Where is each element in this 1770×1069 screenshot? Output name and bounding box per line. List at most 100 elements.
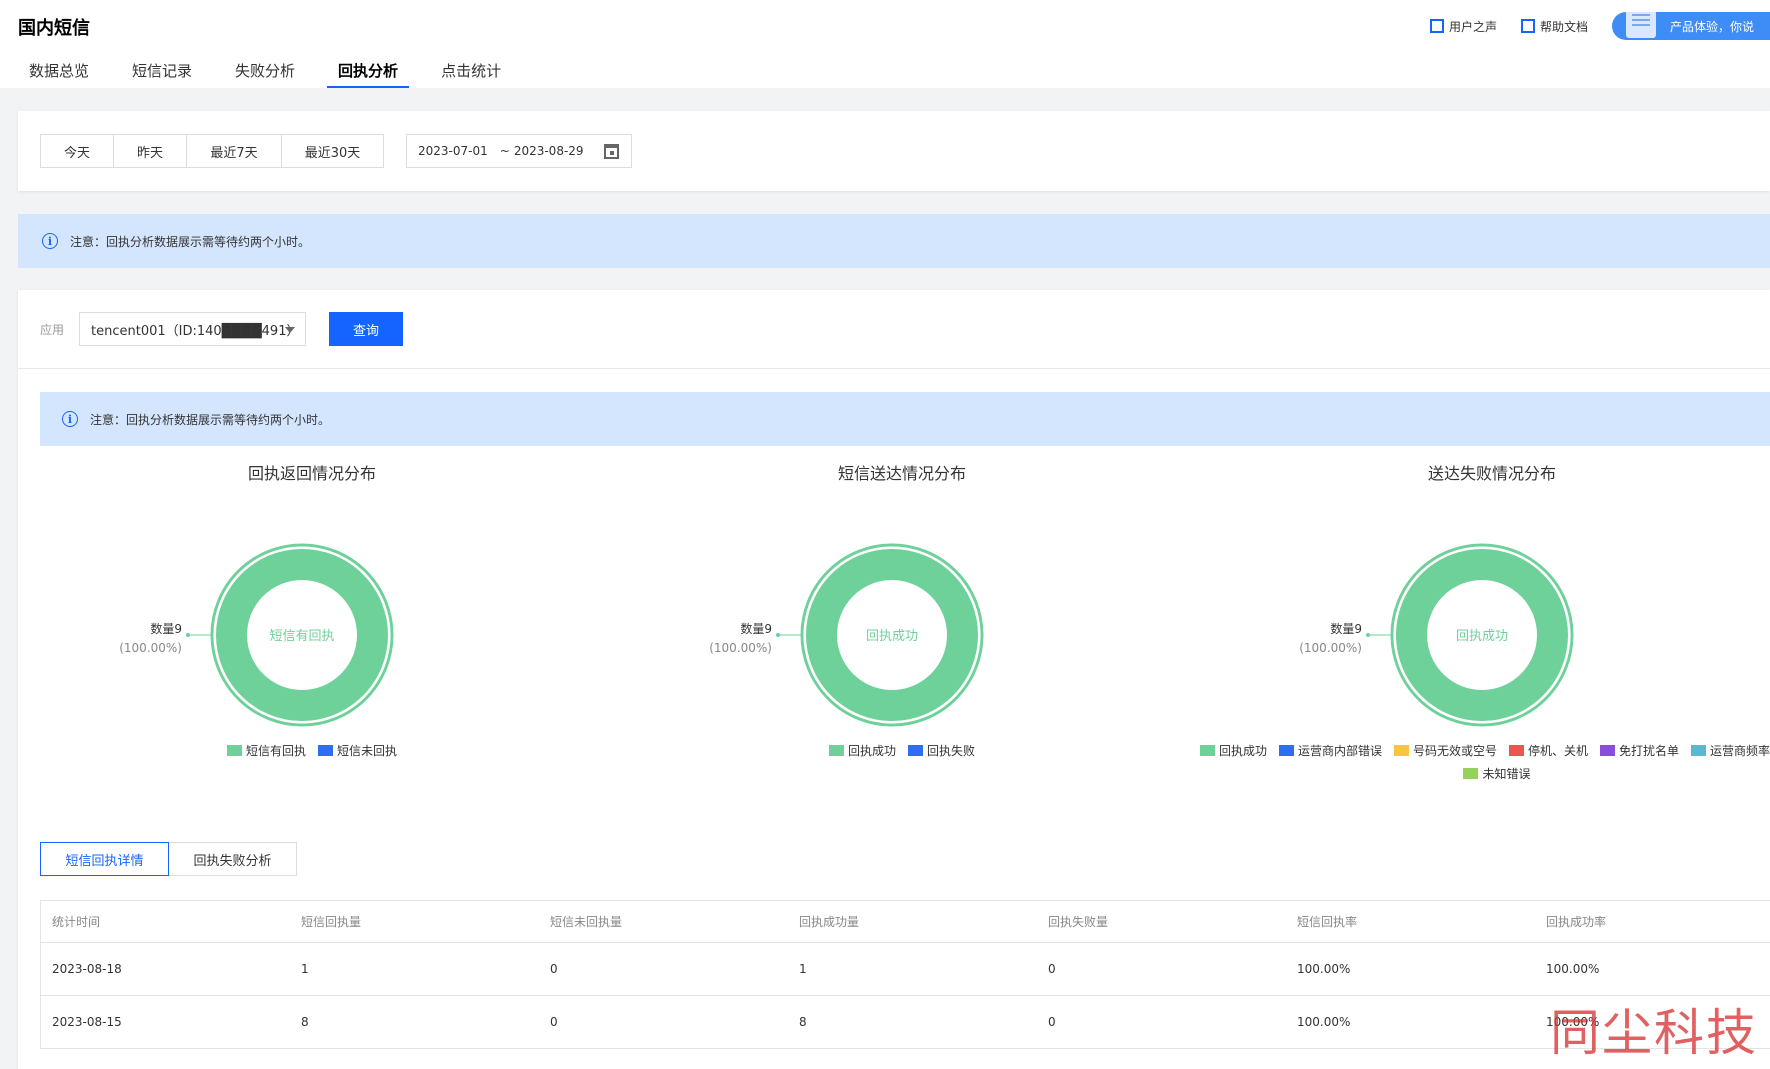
donut-chart-1: 回执返回情况分布 短信有回执 数量9 (100.00%) 短信有回执 短信未回执 xyxy=(32,450,592,830)
legend-swatch xyxy=(1463,768,1479,779)
legend-item[interactable]: 停机、关机 xyxy=(1509,742,1588,759)
count-label: 数量9 xyxy=(740,621,772,636)
label-dot xyxy=(186,633,190,637)
edit-icon xyxy=(1429,19,1444,33)
legend-item[interactable]: 运营商频率限制 xyxy=(1691,742,1770,759)
donut-center-label: 短信有回执 xyxy=(269,629,334,644)
feedback-icon xyxy=(1626,12,1656,38)
legend-item[interactable]: 回执成功 xyxy=(1199,742,1267,759)
tab-click-stats[interactable]: 点击统计 xyxy=(430,54,512,88)
notice-banner-inner: i 注意：回执分析数据展示需等待约两个小时。 xyxy=(40,392,1770,446)
tab-failure-analysis[interactable]: 失败分析 xyxy=(224,54,306,88)
donut-svg: 回执成功 数量9 (100.00%) xyxy=(1299,543,1574,727)
cell-receipt-rate: 100.00% xyxy=(1285,942,1534,996)
legend-swatch xyxy=(828,745,844,756)
last-7-days-button[interactable]: 最近7天 xyxy=(186,134,282,168)
range-separator: ~ xyxy=(499,144,510,158)
feedback-label: 产品体验，你说 xyxy=(1670,19,1755,34)
legend-swatch xyxy=(1278,745,1294,756)
help-docs-link[interactable]: 帮助文档 xyxy=(1520,18,1588,35)
chart-title: 送达失败情况分布 xyxy=(1427,464,1556,483)
user-voice-link[interactable]: 用户之声 xyxy=(1429,18,1497,35)
legend-item[interactable]: 未知错误 xyxy=(1463,765,1531,782)
main-tabs: 数据总览 短信记录 失败分析 回执分析 点击统计 xyxy=(18,54,533,88)
cell-no-receipt-count: 0 xyxy=(538,942,787,996)
tab-receipt-details[interactable]: 短信回执详情 xyxy=(40,842,169,876)
legend-label: 未知错误 xyxy=(1482,767,1531,781)
table-row: 2023-08-18 1 0 1 0 100.00% 100.00% xyxy=(40,942,1770,996)
legend-label: 短信未回执 xyxy=(337,744,398,758)
tab-receipt-analysis[interactable]: 回执分析 xyxy=(327,54,410,88)
legend-item[interactable]: 回执成功 xyxy=(828,742,896,759)
legend-label: 停机、关机 xyxy=(1528,744,1589,758)
legend-label: 号码无效或空号 xyxy=(1412,744,1497,758)
notice-banner: i 注意：回执分析数据展示需等待约两个小时。 xyxy=(18,214,1770,268)
date-range-picker[interactable]: 2023-07-01 ~ 2023-08-29 xyxy=(406,134,632,168)
tab-overview[interactable]: 数据总览 xyxy=(18,54,100,88)
tab-receipt-failure-analysis[interactable]: 回执失败分析 xyxy=(168,842,297,876)
tab-sms-records[interactable]: 短信记录 xyxy=(121,54,203,88)
legend-item[interactable]: 短信未回执 xyxy=(318,742,397,759)
percent-label: (100.00%) xyxy=(1299,641,1362,655)
cell-success-count: 8 xyxy=(787,995,1036,1049)
legend-item[interactable]: 号码无效或空号 xyxy=(1393,742,1497,759)
today-button[interactable]: 今天 xyxy=(40,134,114,168)
col-success-count: 回执成功量 xyxy=(787,900,1036,943)
legend-label: 回执失败 xyxy=(927,744,976,758)
document-icon xyxy=(1520,19,1535,33)
donut-center-label: 回执成功 xyxy=(866,629,918,644)
legend-label: 免打扰名单 xyxy=(1619,744,1680,758)
legend-swatch xyxy=(318,745,333,756)
col-no-receipt-count: 短信未回执量 xyxy=(538,900,787,943)
legend-item[interactable]: 回执失败 xyxy=(908,742,975,759)
col-failure-count: 回执失败量 xyxy=(1036,900,1285,943)
help-docs-label: 帮助文档 xyxy=(1539,19,1588,34)
chart-title: 回执返回情况分布 xyxy=(247,464,376,483)
legend-label: 回执成功 xyxy=(847,744,896,758)
label-dot xyxy=(1366,633,1370,637)
legend-swatch xyxy=(226,745,242,756)
legend-swatch xyxy=(1509,745,1524,756)
date-filter-card: 今天 昨天 最近7天 最近30天 2023-07-01 ~ 2023-08-29 xyxy=(18,111,1770,191)
cell-success-rate: 100.00% xyxy=(1534,942,1770,996)
donut-chart-2: 短信送达情况分布 回执成功 数量9 (100.00%) 回执成功 回执失败 xyxy=(622,450,1182,830)
label-dot xyxy=(776,633,780,637)
donut-center-label: 回执成功 xyxy=(1456,629,1508,644)
calendar-icon[interactable] xyxy=(604,144,619,159)
user-voice-label: 用户之声 xyxy=(1448,19,1497,34)
col-receipt-rate: 短信回执率 xyxy=(1285,900,1534,943)
cell-failure-count: 0 xyxy=(1036,942,1285,996)
legend-label: 回执成功 xyxy=(1218,744,1267,758)
query-button[interactable]: 查询 xyxy=(329,312,403,346)
app-select-value: tencent001（ID:140████491） xyxy=(91,323,300,339)
count-label: 数量9 xyxy=(1330,621,1362,636)
date-quick-buttons: 今天 昨天 最近7天 最近30天 xyxy=(40,134,384,168)
receipt-table: 统计时间 短信回执量 短信未回执量 回执成功量 回执失败量 短信回执率 回执成功… xyxy=(40,900,1770,1049)
legend-label: 短信有回执 xyxy=(245,744,306,758)
last-30-days-button[interactable]: 最近30天 xyxy=(281,134,384,168)
legend-swatch xyxy=(1691,745,1707,756)
app-select[interactable]: tencent001（ID:140████491） xyxy=(79,312,306,346)
notice-text: 注意：回执分析数据展示需等待约两个小时。 xyxy=(90,412,331,427)
col-success-rate: 回执成功率 xyxy=(1534,900,1770,943)
yesterday-button[interactable]: 昨天 xyxy=(113,134,187,168)
legend-item[interactable]: 免打扰名单 xyxy=(1600,742,1679,759)
legend-item[interactable]: 运营商内部错误 xyxy=(1278,742,1382,759)
range-start: 2023-07-01 xyxy=(418,144,488,158)
info-icon: i xyxy=(62,411,78,427)
legend-swatch xyxy=(908,745,923,756)
cell-receipt-count: 1 xyxy=(289,942,538,996)
page-title: 国内短信 xyxy=(18,18,90,39)
feedback-button[interactable]: 产品体验，你说 xyxy=(1612,12,1770,40)
detail-tabs: 短信回执详情 回执失败分析 xyxy=(40,842,297,876)
legend-swatch xyxy=(1393,745,1409,756)
cell-failure-count: 0 xyxy=(1036,995,1285,1049)
analysis-card: 应用 tencent001（ID:140████491） 查询 i 注意：回执分… xyxy=(18,290,1770,1069)
cell-receipt-rate: 100.00% xyxy=(1285,995,1534,1049)
top-bar: 国内短信 用户之声 帮助文档 产品体验，你说 数据总览 短信记录 失败分析 回执… xyxy=(0,0,1770,88)
table-header-row: 统计时间 短信回执量 短信未回执量 回执成功量 回执失败量 短信回执率 回执成功… xyxy=(40,900,1770,943)
top-links: 用户之声 帮助文档 产品体验，你说 xyxy=(1429,12,1770,40)
legend-item[interactable]: 短信有回执 xyxy=(226,742,306,759)
chart-legend: 回执成功 回执失败 xyxy=(622,742,1182,765)
donut-svg: 回执成功 数量9 (100.00%) xyxy=(709,543,984,727)
